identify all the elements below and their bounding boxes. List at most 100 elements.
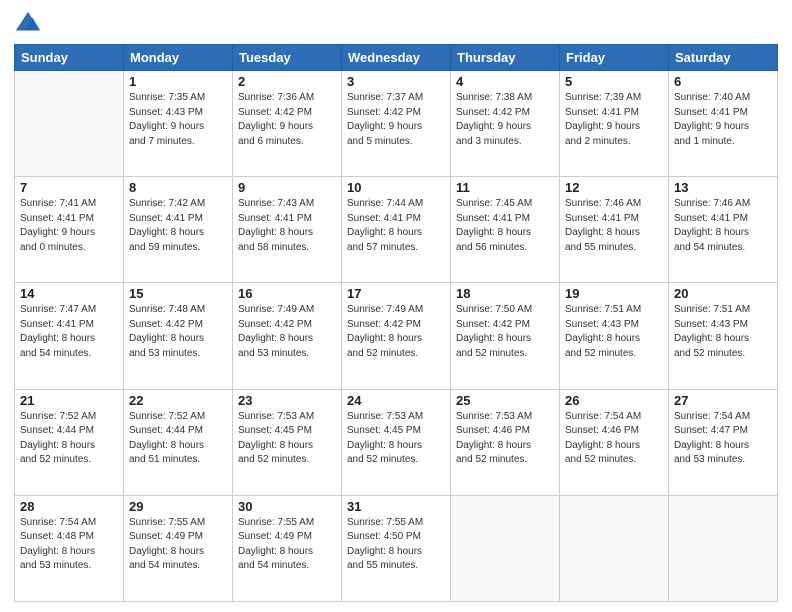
logo-icon — [14, 10, 42, 38]
day-number: 5 — [565, 74, 663, 89]
day-number: 26 — [565, 393, 663, 408]
day-info: Sunrise: 7:45 AM Sunset: 4:41 PM Dayligh… — [456, 197, 554, 255]
day-number: 12 — [565, 180, 663, 195]
week-row-1: 1 Sunrise: 7:35 AM Sunset: 4:43 PM Daylig… — [15, 71, 778, 177]
day-info: Sunrise: 7:37 AM Sunset: 4:42 PM Dayligh… — [347, 91, 445, 149]
day-info: Sunrise: 7:55 AM Sunset: 4:49 PM Dayligh… — [238, 516, 336, 574]
day-number: 30 — [238, 499, 336, 514]
week-row-5: 28 Sunrise: 7:54 AM Sunset: 4:48 PM Dayli… — [15, 495, 778, 601]
day-number: 9 — [238, 180, 336, 195]
weekday-header-sunday: Sunday — [15, 45, 124, 71]
day-info: Sunrise: 7:40 AM Sunset: 4:41 PM Dayligh… — [674, 91, 772, 149]
day-number: 15 — [129, 286, 227, 301]
calendar-cell: 21Sunrise: 7:52 AM Sunset: 4:44 PM Dayli… — [15, 389, 124, 495]
day-number: 7 — [20, 180, 118, 195]
day-number: 29 — [129, 499, 227, 514]
calendar-cell: 12 Sunrise: 7:46 AM Sunset: 4:41 PM Dayli… — [560, 177, 669, 283]
weekday-header-tuesday: Tuesday — [233, 45, 342, 71]
calendar-cell: 7 Sunrise: 7:41 AM Sunset: 4:41 PM Daylig… — [15, 177, 124, 283]
calendar-table: SundayMondayTuesdayWednesdayThursdayFrid… — [14, 44, 778, 602]
week-row-3: 14 Sunrise: 7:47 AM Sunset: 4:41 PM Dayli… — [15, 283, 778, 389]
day-number: 18 — [456, 286, 554, 301]
calendar-cell: 5 Sunrise: 7:39 AM Sunset: 4:41 PM Daylig… — [560, 71, 669, 177]
calendar-cell: 19 Sunrise: 7:51 AM Sunset: 4:43 PM Dayli… — [560, 283, 669, 389]
day-info: Sunrise: 7:46 AM Sunset: 4:41 PM Dayligh… — [565, 197, 663, 255]
day-number: 24 — [347, 393, 445, 408]
calendar-cell: 24 Sunrise: 7:53 AM Sunset: 4:45 PM Dayli… — [342, 389, 451, 495]
calendar-cell — [560, 495, 669, 601]
day-info: Sunrise: 7:36 AM Sunset: 4:42 PM Dayligh… — [238, 91, 336, 149]
calendar-cell: 3 Sunrise: 7:37 AM Sunset: 4:42 PM Daylig… — [342, 71, 451, 177]
calendar-cell: 30 Sunrise: 7:55 AM Sunset: 4:49 PM Dayli… — [233, 495, 342, 601]
calendar-cell: 22 Sunrise: 7:52 AM Sunset: 4:44 PM Dayli… — [124, 389, 233, 495]
day-number: 20 — [674, 286, 772, 301]
day-number: 27 — [674, 393, 772, 408]
calendar-cell: 29 Sunrise: 7:55 AM Sunset: 4:49 PM Dayli… — [124, 495, 233, 601]
calendar-cell: 18 Sunrise: 7:50 AM Sunset: 4:42 PM Dayli… — [451, 283, 560, 389]
calendar-cell: 13Sunrise: 7:46 AM Sunset: 4:41 PM Dayli… — [669, 177, 778, 283]
day-info: Sunrise: 7:39 AM Sunset: 4:41 PM Dayligh… — [565, 91, 663, 149]
calendar-cell: 16Sunrise: 7:49 AM Sunset: 4:42 PM Dayli… — [233, 283, 342, 389]
day-info: Sunrise: 7:49 AM Sunset: 4:42 PM Dayligh… — [238, 303, 336, 361]
day-info: Sunrise: 7:55 AM Sunset: 4:49 PM Dayligh… — [129, 516, 227, 574]
day-info: Sunrise: 7:53 AM Sunset: 4:45 PM Dayligh… — [238, 410, 336, 468]
calendar-cell — [451, 495, 560, 601]
calendar-cell: 15 Sunrise: 7:48 AM Sunset: 4:42 PM Dayli… — [124, 283, 233, 389]
calendar-cell: 9 Sunrise: 7:43 AM Sunset: 4:41 PM Daylig… — [233, 177, 342, 283]
calendar-cell: 17 Sunrise: 7:49 AM Sunset: 4:42 PM Dayli… — [342, 283, 451, 389]
day-info: Sunrise: 7:42 AM Sunset: 4:41 PM Dayligh… — [129, 197, 227, 255]
calendar-cell: 25 Sunrise: 7:53 AM Sunset: 4:46 PM Dayli… — [451, 389, 560, 495]
header — [14, 10, 778, 38]
day-info: Sunrise: 7:50 AM Sunset: 4:42 PM Dayligh… — [456, 303, 554, 361]
weekday-header-friday: Friday — [560, 45, 669, 71]
calendar-cell: 1 Sunrise: 7:35 AM Sunset: 4:43 PM Daylig… — [124, 71, 233, 177]
calendar-cell: 2Sunrise: 7:36 AM Sunset: 4:42 PM Daylig… — [233, 71, 342, 177]
day-number: 28 — [20, 499, 118, 514]
day-info: Sunrise: 7:44 AM Sunset: 4:41 PM Dayligh… — [347, 197, 445, 255]
day-number: 3 — [347, 74, 445, 89]
week-row-2: 7 Sunrise: 7:41 AM Sunset: 4:41 PM Daylig… — [15, 177, 778, 283]
day-number: 6 — [674, 74, 772, 89]
calendar-cell: 27Sunrise: 7:54 AM Sunset: 4:47 PM Dayli… — [669, 389, 778, 495]
day-number: 8 — [129, 180, 227, 195]
week-row-4: 21 Sunrise: 7:52 AM Sunset: 4:44 PM Dayli… — [15, 389, 778, 495]
weekday-header-row: SundayMondayTuesdayWednesdayThursdayFrid… — [15, 45, 778, 71]
day-number: 10 — [347, 180, 445, 195]
day-info: Sunrise: 7:43 AM Sunset: 4:41 PM Dayligh… — [238, 197, 336, 255]
day-info: Sunrise: 7:41 AM Sunset: 4:41 PM Dayligh… — [20, 197, 118, 255]
day-number: 31 — [347, 499, 445, 514]
logo — [14, 10, 46, 38]
day-info: Sunrise: 7:48 AM Sunset: 4:42 PM Dayligh… — [129, 303, 227, 361]
day-info: Sunrise: 7:51 AM Sunset: 4:43 PM Dayligh… — [565, 303, 663, 361]
day-number: 1 — [129, 74, 227, 89]
day-info: Sunrise: 7:47 AM Sunset: 4:41 PM Dayligh… — [20, 303, 118, 361]
day-number: 11 — [456, 180, 554, 195]
day-info: Sunrise: 7:49 AM Sunset: 4:42 PM Dayligh… — [347, 303, 445, 361]
day-number: 21 — [20, 393, 118, 408]
day-number: 22 — [129, 393, 227, 408]
day-number: 14 — [20, 286, 118, 301]
day-info: Sunrise: 7:38 AM Sunset: 4:42 PM Dayligh… — [456, 91, 554, 149]
calendar-cell: 23 Sunrise: 7:53 AM Sunset: 4:45 PM Dayli… — [233, 389, 342, 495]
day-info: Sunrise: 7:54 AM Sunset: 4:48 PM Dayligh… — [20, 516, 118, 574]
day-number: 23 — [238, 393, 336, 408]
day-info: Sunrise: 7:46 AM Sunset: 4:41 PM Dayligh… — [674, 197, 772, 255]
day-info: Sunrise: 7:52 AM Sunset: 4:44 PM Dayligh… — [129, 410, 227, 468]
day-number: 19 — [565, 286, 663, 301]
calendar-cell: 31 Sunrise: 7:55 AM Sunset: 4:50 PM Dayli… — [342, 495, 451, 601]
calendar-cell: 28 Sunrise: 7:54 AM Sunset: 4:48 PM Dayli… — [15, 495, 124, 601]
day-info: Sunrise: 7:35 AM Sunset: 4:43 PM Dayligh… — [129, 91, 227, 149]
day-info: Sunrise: 7:53 AM Sunset: 4:45 PM Dayligh… — [347, 410, 445, 468]
day-info: Sunrise: 7:53 AM Sunset: 4:46 PM Dayligh… — [456, 410, 554, 468]
calendar-cell: 11 Sunrise: 7:45 AM Sunset: 4:41 PM Dayli… — [451, 177, 560, 283]
page: SundayMondayTuesdayWednesdayThursdayFrid… — [0, 0, 792, 612]
calendar-cell: 8 Sunrise: 7:42 AM Sunset: 4:41 PM Daylig… — [124, 177, 233, 283]
day-info: Sunrise: 7:51 AM Sunset: 4:43 PM Dayligh… — [674, 303, 772, 361]
day-info: Sunrise: 7:55 AM Sunset: 4:50 PM Dayligh… — [347, 516, 445, 574]
calendar-cell — [15, 71, 124, 177]
calendar-cell: 14 Sunrise: 7:47 AM Sunset: 4:41 PM Dayli… — [15, 283, 124, 389]
calendar-cell: 26Sunrise: 7:54 AM Sunset: 4:46 PM Dayli… — [560, 389, 669, 495]
day-number: 17 — [347, 286, 445, 301]
calendar-cell: 10 Sunrise: 7:44 AM Sunset: 4:41 PM Dayli… — [342, 177, 451, 283]
day-number: 25 — [456, 393, 554, 408]
